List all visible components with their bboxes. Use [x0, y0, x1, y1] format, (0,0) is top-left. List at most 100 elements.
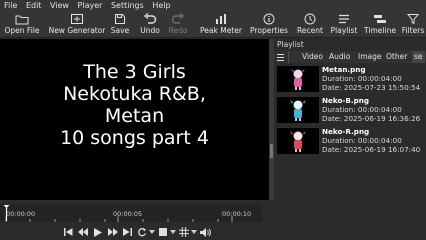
stop-button[interactable]	[157, 226, 169, 238]
clip-duration: Duration: 00:00:04:00	[322, 136, 402, 145]
tab-audio[interactable]: Audio	[329, 51, 350, 63]
timeline-icon	[374, 15, 386, 23]
properties-label: Properties	[250, 26, 288, 35]
folder-icon	[15, 15, 29, 24]
volume-button[interactable]	[199, 226, 211, 238]
menu-view[interactable]: View	[47, 0, 72, 12]
redo-icon	[171, 13, 185, 24]
fast-forward-button[interactable]	[107, 226, 119, 238]
peak-meter-button[interactable]: Peak Meter	[198, 12, 244, 37]
main-toolbar: Open File New Generator Save Undo Redo P…	[0, 12, 426, 38]
open-generator-label: New Generator	[48, 26, 106, 35]
recent-button[interactable]: Recent	[294, 12, 326, 37]
menu-settings[interactable]: Settings	[108, 0, 147, 12]
clip-date: Date: 2025-06-19 16:36:26	[322, 114, 421, 123]
ruler-time-2: 00:00:10	[222, 210, 252, 218]
chevron-down-icon	[191, 230, 197, 234]
tab-image[interactable]: Image	[358, 51, 382, 63]
video-title-overlay: The 3 Girls Nekotuka R&B, Metan 10 songs…	[0, 61, 269, 149]
rewind-button[interactable]	[77, 226, 89, 238]
undo-button[interactable]: Undo	[138, 12, 162, 37]
tab-other[interactable]: Other	[386, 51, 407, 63]
playlist-panel: Playlist Video Audio Image Other se Meta…	[274, 39, 426, 200]
menu-bar: File Edit View Player Settings Help	[0, 0, 426, 12]
undo-icon	[143, 13, 157, 24]
generator-icon	[71, 14, 83, 24]
timeline-ruler[interactable]: 00:00:00 00:00:05 00:00:10	[0, 204, 262, 222]
fast-forward-icon	[108, 228, 118, 236]
menu-help[interactable]: Help	[149, 0, 173, 12]
stop-dropdown[interactable]	[169, 226, 177, 238]
save-label: Save	[110, 26, 130, 35]
save-button[interactable]: Save	[109, 12, 131, 37]
playhead-marker[interactable]	[2, 204, 11, 222]
loop-icon	[138, 228, 147, 237]
peak-meter-label: Peak Meter	[200, 26, 242, 35]
loop-dropdown[interactable]	[148, 226, 156, 238]
filter-icon	[407, 14, 419, 25]
grid-dropdown[interactable]	[190, 226, 198, 238]
clip-name: Neko-B.png	[322, 96, 370, 105]
save-icon	[115, 14, 125, 24]
title-line: Nekotuka R&B,	[63, 83, 206, 105]
chevron-down-icon	[170, 230, 176, 234]
filters-button[interactable]: Filters	[400, 12, 426, 37]
menu-file[interactable]: File	[0, 0, 20, 12]
timeline-label: Timeline	[364, 26, 396, 35]
tab-search[interactable]: se	[412, 51, 425, 63]
clip-thumbnail	[277, 66, 319, 92]
skip-to-start-button[interactable]	[62, 226, 74, 238]
peak-meter-icon	[216, 14, 226, 24]
undo-label: Undo	[140, 26, 160, 35]
grid-icon	[179, 227, 189, 237]
clock-icon	[304, 13, 316, 25]
clip-duration: Duration: 00:00:04:00	[322, 105, 402, 114]
ruler-time-1: 00:00:05	[113, 210, 143, 218]
skip-forward-icon	[122, 228, 132, 236]
playlist-tabs: Video Audio Image Other se	[274, 51, 426, 63]
clip-thumbnail	[277, 128, 319, 154]
recent-label: Recent	[297, 26, 323, 35]
redo-label: Redo	[168, 26, 188, 35]
playlist-label: Playlist	[330, 26, 358, 35]
tab-video[interactable]: Video	[302, 51, 323, 63]
title-line: 10 songs part 4	[60, 127, 209, 149]
playlist-icon	[339, 14, 349, 24]
open-file-button[interactable]: Open File	[2, 12, 42, 37]
info-icon	[263, 13, 275, 25]
rewind-icon	[78, 228, 88, 236]
transport-bar	[0, 224, 426, 240]
title-line: The 3 Girls	[83, 61, 186, 83]
playlist-menu-icon[interactable]	[276, 51, 285, 63]
clip-duration: Duration: 00:00:04:00	[322, 74, 402, 83]
list-item[interactable]: Metan.png Duration: 00:00:04:00 Date: 20…	[274, 64, 426, 94]
play-button[interactable]	[92, 226, 104, 238]
redo-button[interactable]: Redo	[166, 12, 190, 37]
tab-divider	[288, 51, 289, 63]
skip-to-end-button[interactable]	[121, 226, 133, 238]
properties-button[interactable]: Properties	[248, 12, 290, 37]
play-icon	[94, 227, 102, 237]
menu-edit[interactable]: Edit	[23, 0, 45, 12]
clip-name: Metan.png	[322, 65, 366, 74]
clip-date: Date: 2025-06-19 16:07:40	[322, 145, 421, 154]
clip-name: Neko-R.png	[322, 127, 370, 136]
playlist-button[interactable]: Playlist	[329, 12, 359, 37]
title-line: Metan	[104, 105, 165, 127]
clip-date: Date: 2025-07-23 15:50:54	[322, 83, 421, 92]
grid-button[interactable]	[178, 226, 190, 238]
menu-player[interactable]: Player	[75, 0, 106, 12]
scrollbar-thumb[interactable]	[270, 144, 273, 158]
stop-icon	[159, 228, 167, 236]
open-file-label: Open File	[4, 26, 40, 35]
clip-thumbnail	[277, 97, 319, 123]
playlist-title: Playlist	[277, 40, 304, 49]
loop-button[interactable]	[136, 226, 148, 238]
list-item[interactable]: Neko-R.png Duration: 00:00:04:00 Date: 2…	[274, 126, 426, 156]
video-player[interactable]: The 3 Girls Nekotuka R&B, Metan 10 songs…	[0, 39, 269, 200]
list-item[interactable]: Neko-B.png Duration: 00:00:04:00 Date: 2…	[274, 95, 426, 125]
open-generator-button[interactable]: New Generator	[46, 12, 108, 37]
volume-icon	[199, 227, 211, 237]
timeline-button[interactable]: Timeline	[363, 12, 397, 37]
playlist-list: Metan.png Duration: 00:00:04:00 Date: 20…	[274, 64, 426, 157]
